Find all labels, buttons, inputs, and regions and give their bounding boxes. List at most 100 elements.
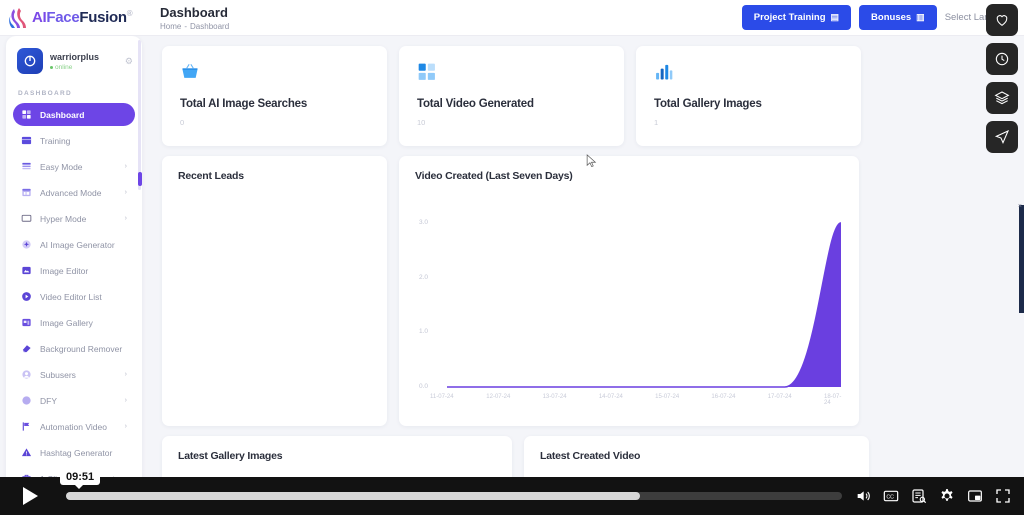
sidebar-nav: Dashboard Training Easy Mode › Advanced Mode… [6,103,142,490]
page-scrollbar[interactable] [1019,205,1024,313]
fullscreen-icon[interactable] [994,487,1012,505]
stat-title: Total AI Image Searches [180,98,308,110]
sidebar-item-hyper-mode[interactable]: Hyper Mode › [13,207,135,230]
sidebar-item-subusers[interactable]: Subusers › [13,363,135,386]
video-time-tooltip: 09:51 [60,469,101,489]
send-icon[interactable] [986,121,1018,153]
sidebar-item-image-editor[interactable]: Image Editor [13,259,135,282]
sidebar-item-label: Hyper Mode [40,213,87,224]
chevron-right-icon: › [124,163,127,170]
sidebar-item-label: Easy Mode [40,161,83,172]
chart-area [447,222,841,387]
settings-gear-icon[interactable] [938,487,956,505]
gallery-icon [21,317,32,328]
eraser-icon [21,343,32,354]
sidebar-item-label: Image Gallery [40,317,93,328]
avatar [17,48,43,74]
grid-blue-icon [417,62,606,84]
heart-icon[interactable] [986,4,1018,36]
mouse-cursor [586,154,597,173]
grid-icon [21,109,32,120]
gift-icon: ▥ [916,12,925,22]
stat-card-ai-image-searches: Total AI Image Searches 0 [162,46,387,146]
sidebar-item-automation-video[interactable]: Automation Video › [13,415,135,438]
dot-icon [21,395,32,406]
sidebar-scrollbar-thumb[interactable] [138,172,142,186]
image-icon [21,265,32,276]
gear-icon[interactable]: ⚙ [125,56,133,67]
sidebar-item-training[interactable]: Training [13,129,135,152]
profile-name: warriorplus [50,51,100,62]
chevron-right-icon: › [124,397,127,404]
video-icon: ▤ [830,12,840,22]
sidebar-item-easy-mode[interactable]: Easy Mode › [13,155,135,178]
chevron-right-icon: › [124,371,127,378]
chart-ytick: 3.0 [419,218,429,226]
sidebar-item-image-gallery[interactable]: Image Gallery [13,311,135,334]
pip-icon[interactable] [966,487,984,505]
sidebar-item-advanced-mode[interactable]: Advanced Mode › [13,181,135,204]
panels-row: Recent Leads Video Created (Last Seven D… [162,156,1012,426]
chart-xtick: 15-07-24 [655,394,680,400]
video-progress-slider[interactable] [66,492,842,500]
page-title: Dashboard [160,4,228,20]
sidebar-item-background-remover[interactable]: Background Remover [13,337,135,360]
chart-xtick: 13-07-24 [542,394,567,400]
sidebar-item-label: Video Editor List [40,291,102,302]
app-logo[interactable]: AIFaceFusion® [0,7,150,29]
sidebar-item-label: Dashboard [40,109,85,120]
circle-play-icon [21,291,32,302]
clock-icon[interactable] [986,43,1018,75]
sidebar-scrollbar-track[interactable] [138,40,141,190]
breadcrumb-separator: - [184,21,188,31]
transcript-icon[interactable] [910,487,928,505]
profile-block[interactable]: warriorplus online ⚙ [6,36,142,86]
breadcrumb-current: Dashboard [190,21,230,31]
sidebar-item-label: AI Image Generator [40,239,115,250]
sidebar-item-dfy[interactable]: DFY › [13,389,135,412]
alert-icon [21,447,32,458]
bonuses-button[interactable]: Bonuses ▥ [859,5,937,30]
sidebar-item-label: Background Remover [40,343,123,354]
chart-ytick: 1.0 [419,328,429,336]
captions-icon[interactable]: CC [882,487,900,505]
status-dot-icon [50,65,53,69]
sidebar-item-ai-image-generator[interactable]: AI Image Generator [13,233,135,256]
sidebar-item-label: Image Editor [40,265,89,276]
play-button[interactable] [0,477,60,515]
sidebar-item-hashtag-generator[interactable]: Hashtag Generator [13,441,135,464]
breadcrumb-home[interactable]: Home [160,22,181,31]
sidebar-item-label: Advanced Mode [40,187,102,198]
monitor-icon [21,213,32,224]
bars-icon [654,62,843,84]
layers-stack-icon[interactable] [986,82,1018,114]
layers-icon [21,161,32,172]
stat-value: 0 [180,118,185,127]
chart-ytick: 2.0 [419,273,429,281]
main-content: Total AI Image Searches 0 Total Video Ge… [150,36,1024,515]
right-rail [986,4,1018,153]
stat-card-gallery-images: Total Gallery Images 1 [636,46,861,146]
top-bar-actions: Project Training ▤ Bonuses ▥ Select Lang… [741,5,1024,30]
brand-trademark: ® [126,9,133,18]
latest-gallery-images-title: Latest Gallery Images [178,450,283,462]
sidebar-section-label: DASHBOARD [18,90,72,97]
flag-icon [21,421,32,432]
sidebar-item-dashboard[interactable]: Dashboard [13,103,135,126]
project-training-label: Project Training [753,12,826,23]
stat-title: Total Gallery Images [654,98,762,110]
chart-xtick: 16-07-24 [711,394,736,400]
chart-svg [447,222,842,388]
recent-leads-title: Recent Leads [178,170,244,182]
window-icon [21,187,32,198]
video-created-chart-panel: Video Created (Last Seven Days) 3.0 2.0 1.… [399,156,859,426]
brand-ai: AI [32,9,47,26]
volume-icon[interactable] [854,487,872,505]
chevron-right-icon: › [124,215,127,222]
sidebar-item-video-editor-list[interactable]: Video Editor List [13,285,135,308]
stats-row: Total AI Image Searches 0 Total Video Ge… [162,46,1012,146]
profile-status: online [50,64,99,71]
sidebar-item-label: DFY [40,395,57,406]
close-icon[interactable]: × [1018,203,1022,210]
project-training-button[interactable]: Project Training ▤ [741,5,852,30]
